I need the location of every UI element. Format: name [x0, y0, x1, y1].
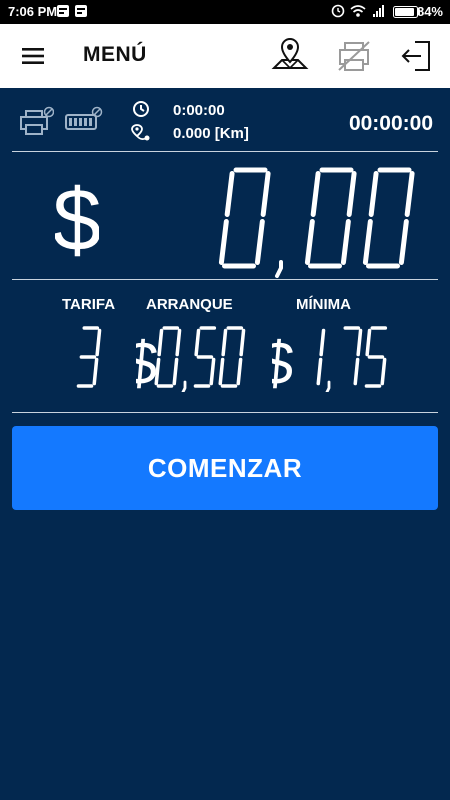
lcd-segment: [340, 219, 351, 265]
route-distance-icon: [131, 124, 150, 141]
lcd-segment: [260, 171, 271, 217]
divider: [12, 279, 438, 280]
fare-amount: [215, 160, 415, 283]
lcd-segment: [221, 328, 228, 357]
logout-icon[interactable]: [395, 34, 439, 78]
lcd-segment: [319, 328, 326, 357]
notification-icon: [57, 5, 69, 17]
lcd-separator: [275, 260, 283, 278]
lcd-currency-symbol: $: [272, 329, 297, 392]
lcd-segment: [172, 357, 179, 386]
lcd-segment: [218, 357, 225, 386]
taximeter-disabled-icon: [65, 106, 103, 130]
trip-info-bar: 0:00:00 0.000 [Km] 00:00:00: [0, 88, 450, 152]
lcd-segment: [209, 357, 216, 386]
lcd-segment: [404, 171, 415, 217]
lcd-segment: [310, 171, 321, 217]
minima-label: MÍNIMA: [296, 296, 351, 313]
wifi-icon: [350, 5, 366, 17]
svg-text:$: $: [55, 170, 99, 262]
page-title: MENÚ: [83, 43, 147, 66]
lcd-segment: [398, 219, 409, 265]
lcd-segment: [236, 357, 243, 386]
hamburger-menu-icon[interactable]: [11, 34, 55, 78]
elapsed-time: 0:00:00: [173, 102, 225, 119]
divider: [12, 151, 438, 152]
currency-symbol: $: [53, 170, 102, 269]
lcd-segment: [346, 171, 357, 217]
status-time: 7:06 PM: [8, 4, 58, 19]
battery-percentage: 84%: [416, 4, 443, 19]
app-bar: MENÚ: [0, 24, 450, 88]
arranque-label: ARRANQUE: [146, 296, 233, 313]
signal-icon: [373, 5, 384, 17]
lcd-segment: [157, 328, 164, 357]
lcd-segment: [95, 328, 102, 357]
lcd-segment: [154, 357, 161, 386]
lcd-segment: [356, 328, 363, 357]
lcd-segment: [380, 357, 387, 386]
lcd-segment: [224, 171, 235, 217]
lcd-segment: [92, 357, 99, 386]
clock-icon: [133, 101, 149, 117]
lcd-segment: [353, 357, 360, 386]
status-bar: 7:06 PM 84%: [0, 0, 450, 24]
printer-disabled-icon[interactable]: [332, 34, 376, 78]
fare-lcd-display: [218, 167, 415, 278]
lcd-segment: [175, 328, 182, 357]
arranque-value: $: [136, 326, 246, 392]
lcd-segment: [365, 328, 372, 357]
lcd-segment: [194, 328, 201, 357]
divider: [12, 412, 438, 413]
lcd-segment: [218, 219, 229, 265]
printer-disabled-icon: [20, 106, 54, 135]
lcd-segment: [254, 219, 265, 265]
lcd-segment: [368, 171, 379, 217]
lcd-segment: [316, 357, 323, 386]
notification-icon: [75, 5, 87, 17]
lcd-separator: [181, 380, 187, 392]
map-location-icon[interactable]: [268, 34, 312, 78]
trip-clock: 00:00:00: [348, 112, 433, 135]
tarifa-value: [76, 326, 102, 388]
tarifa-label: TARIFA: [62, 296, 116, 313]
start-button[interactable]: COMENZAR: [12, 426, 438, 510]
lcd-segment: [304, 219, 315, 265]
minima-value: $: [272, 326, 388, 392]
lcd-segment: [362, 219, 373, 265]
alarm-icon: [331, 4, 345, 18]
distance-value: 0.000 [Km]: [173, 125, 249, 142]
lcd-segment: [239, 328, 246, 357]
lcd-separator: [325, 380, 331, 392]
